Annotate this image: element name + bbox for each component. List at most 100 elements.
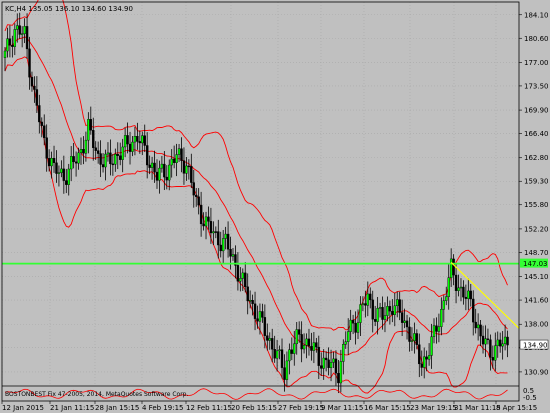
candle-bearish[interactable] — [72, 156, 75, 163]
candle-bearish[interactable] — [226, 233, 230, 250]
candle-bullish[interactable] — [16, 25, 19, 30]
candle-bearish[interactable] — [371, 299, 374, 320]
candle-bullish[interactable] — [50, 158, 53, 167]
candle-bearish[interactable] — [462, 286, 465, 298]
candle-bullish[interactable] — [285, 360, 289, 380]
candle-bearish[interactable] — [180, 148, 183, 161]
candle-bullish[interactable] — [104, 153, 107, 168]
candle-bullish[interactable] — [430, 336, 433, 356]
candle-bullish[interactable] — [457, 287, 460, 291]
candle-bearish[interactable] — [195, 194, 198, 197]
candle-bearish[interactable] — [498, 339, 502, 347]
candle-bullish[interactable] — [496, 339, 499, 346]
candle-bearish[interactable] — [153, 162, 156, 173]
candle-bullish[interactable] — [268, 338, 271, 341]
candle-bullish[interactable] — [437, 326, 441, 332]
candle-bullish[interactable] — [3, 50, 7, 58]
candle-bearish[interactable] — [187, 165, 191, 168]
candle-bullish[interactable] — [501, 343, 504, 347]
candle-bearish[interactable] — [489, 339, 492, 358]
candle-bearish[interactable] — [209, 221, 213, 234]
candle-bearish[interactable] — [43, 125, 46, 138]
candle-bearish[interactable] — [334, 358, 338, 374]
candle-bearish[interactable] — [454, 274, 458, 291]
candle-bullish[interactable] — [322, 357, 325, 369]
candle-bullish[interactable] — [158, 167, 161, 181]
candle-bullish[interactable] — [224, 233, 227, 239]
candle-bullish[interactable] — [258, 311, 262, 322]
candle-bearish[interactable] — [481, 335, 485, 345]
candle-bullish[interactable] — [383, 315, 387, 320]
candle-bearish[interactable] — [47, 158, 51, 167]
candle-bearish[interactable] — [479, 324, 482, 337]
candle-bullish[interactable] — [432, 325, 436, 337]
candle-bullish[interactable] — [329, 362, 333, 368]
candle-bullish[interactable] — [378, 307, 382, 309]
candle-bullish[interactable] — [376, 308, 379, 322]
candle-bullish[interactable] — [57, 172, 61, 174]
candle-bullish[interactable] — [231, 254, 235, 257]
candle-bullish[interactable] — [349, 319, 352, 332]
candle-bearish[interactable] — [128, 143, 132, 152]
candle-bearish[interactable] — [418, 344, 421, 365]
candle-bullish[interactable] — [396, 299, 399, 307]
trading-chart-window[interactable]: 0.5 -0.5 184.10 180.60 177.00 173.50 169.90 166… — [0, 0, 550, 413]
candle-bearish[interactable] — [381, 307, 384, 320]
candle-bearish[interactable] — [197, 196, 200, 206]
candle-bearish[interactable] — [506, 336, 509, 346]
candle-bearish[interactable] — [369, 293, 372, 301]
candle-bullish[interactable] — [422, 356, 426, 368]
candle-bearish[interactable] — [283, 367, 286, 380]
candle-bearish[interactable] — [192, 182, 195, 196]
candle-bearish[interactable] — [190, 166, 193, 183]
candle-bearish[interactable] — [391, 310, 394, 315]
candle-bearish[interactable] — [45, 137, 48, 159]
candle-bearish[interactable] — [111, 163, 115, 166]
candle-bearish[interactable] — [18, 25, 21, 35]
candle-bearish[interactable] — [229, 249, 232, 257]
candle-bearish[interactable] — [271, 338, 274, 350]
candle-bearish[interactable] — [11, 45, 14, 47]
candle-bullish[interactable] — [440, 309, 443, 327]
candle-bullish[interactable] — [170, 158, 173, 166]
candle-bearish[interactable] — [94, 147, 97, 151]
candle-bullish[interactable] — [60, 168, 63, 173]
candle-bearish[interactable] — [35, 89, 39, 106]
candle-bullish[interactable] — [410, 340, 414, 342]
candle-bearish[interactable] — [172, 158, 176, 163]
candle-bullish[interactable] — [13, 29, 17, 47]
candle-bullish[interactable] — [413, 333, 416, 341]
candle-bearish[interactable] — [388, 306, 392, 312]
candle-bullish[interactable] — [121, 146, 124, 160]
candle-bullish[interactable] — [347, 331, 350, 342]
candle-bearish[interactable] — [119, 155, 122, 160]
candle-bullish[interactable] — [449, 258, 453, 278]
candle-bearish[interactable] — [55, 162, 58, 174]
candle-bullish[interactable] — [241, 272, 244, 279]
candle-bullish[interactable] — [177, 148, 181, 155]
candle-bearish[interactable] — [300, 334, 303, 350]
candlestick-chart[interactable]: 0.5-0.5184.10180.60177.00173.50169.90166… — [0, 0, 550, 413]
candle-bullish[interactable] — [302, 345, 306, 350]
candle-bearish[interactable] — [351, 319, 355, 324]
candle-bearish[interactable] — [25, 26, 29, 50]
candle-bearish[interactable] — [109, 152, 112, 165]
candle-bearish[interactable] — [92, 129, 95, 148]
candle-bullish[interactable] — [248, 300, 252, 302]
candle-bearish[interactable] — [136, 136, 139, 142]
candle-bearish[interactable] — [148, 164, 151, 168]
candle-bullish[interactable] — [204, 216, 208, 227]
candle-bullish[interactable] — [20, 33, 24, 35]
candle-bullish[interactable] — [168, 164, 171, 181]
candle-bearish[interactable] — [354, 322, 357, 333]
candle-bearish[interactable] — [425, 356, 428, 360]
candle-bullish[interactable] — [361, 303, 365, 305]
candle-bullish[interactable] — [69, 156, 73, 170]
candle-bearish[interactable] — [310, 346, 313, 351]
candle-bearish[interactable] — [398, 299, 401, 313]
candle-bearish[interactable] — [251, 300, 254, 305]
candle-bullish[interactable] — [160, 163, 164, 169]
candle-bearish[interactable] — [214, 231, 218, 233]
candle-bullish[interactable] — [356, 322, 360, 333]
candle-bearish[interactable] — [317, 346, 320, 366]
